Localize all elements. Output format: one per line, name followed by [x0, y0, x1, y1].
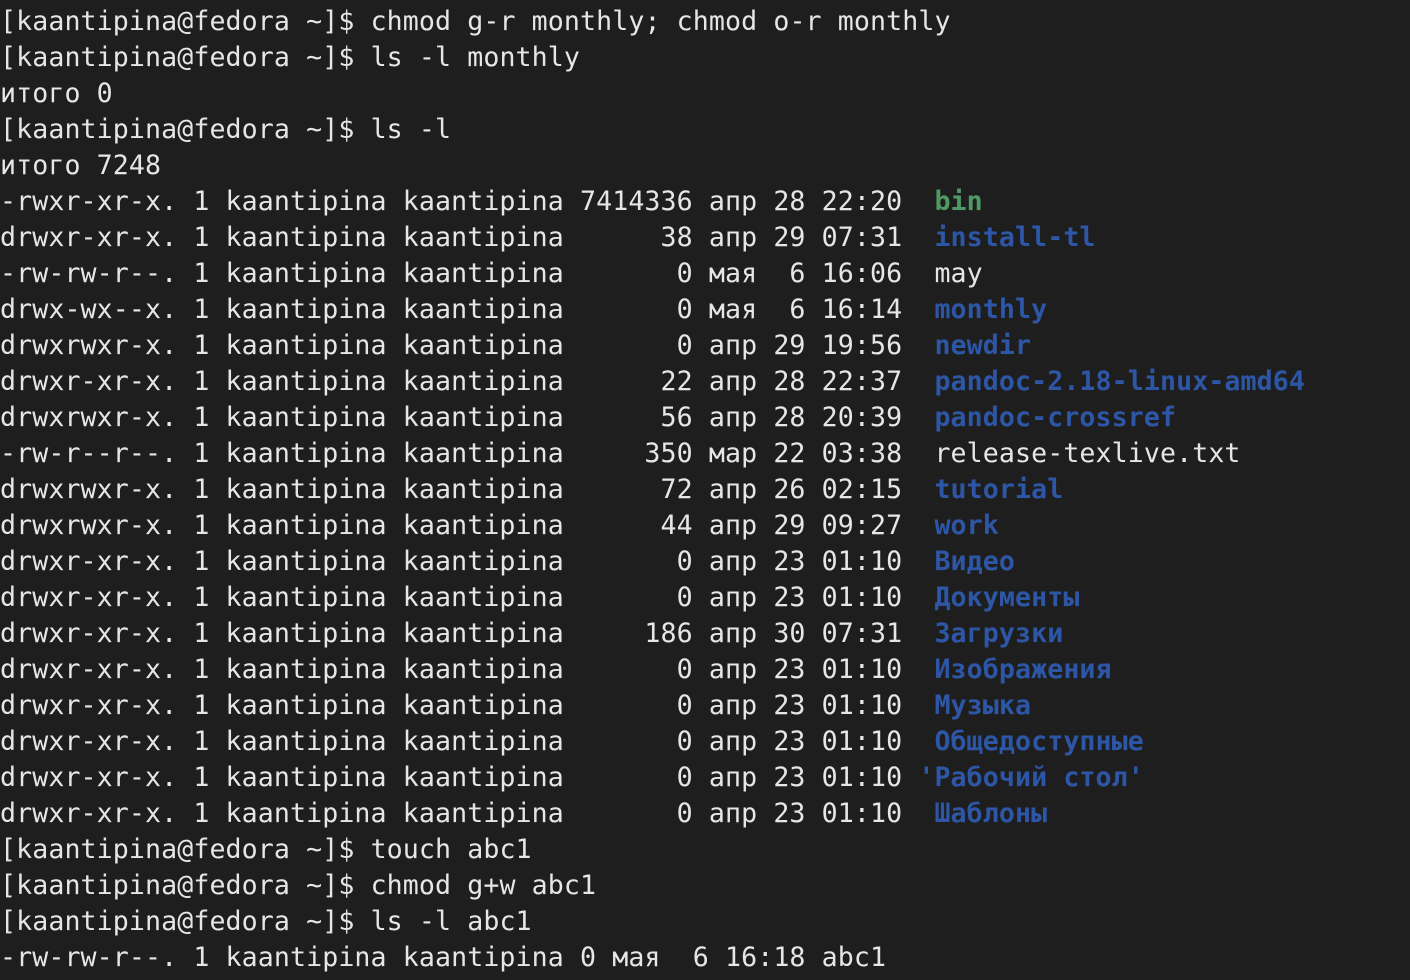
directory-name: Видео — [934, 546, 1015, 577]
listing-row: drwxr-xr-x. 1 kaantipina kaantipina 0 ап… — [0, 796, 1410, 832]
file-attributes: drwxrwxr-x. 1 kaantipina kaantipina 0 ап… — [0, 330, 935, 361]
listing-row: drwxr-xr-x. 1 kaantipina kaantipina 0 ап… — [0, 760, 1410, 796]
file-attributes: drwxr-xr-x. 1 kaantipina kaantipina 0 ап… — [0, 762, 919, 793]
listing-row: -rw-r--r--. 1 kaantipina kaantipina 350 … — [0, 436, 1410, 472]
file-attributes: drwxr-xr-x. 1 kaantipina kaantipina 0 ап… — [0, 690, 935, 721]
file-attributes: drwxrwxr-x. 1 kaantipina kaantipina 72 а… — [0, 474, 935, 505]
prompt-line: [kaantipina@fedora ~]$ chmod g+w abc1 — [0, 868, 1410, 904]
shell-prompt: [kaantipina@fedora ~]$ — [0, 870, 371, 901]
terminal-window[interactable]: [kaantipina@fedora ~]$ chmod g-r monthly… — [0, 0, 1410, 980]
listing-row: drwxr-xr-x. 1 kaantipina kaantipina 22 а… — [0, 364, 1410, 400]
directory-name: Общедоступные — [934, 726, 1144, 757]
shell-prompt: [kaantipina@fedora ~]$ — [0, 114, 371, 145]
file-attributes: drwxr-xr-x. 1 kaantipina kaantipina 0 ап… — [0, 582, 935, 613]
directory-name: Музыка — [934, 690, 1032, 721]
listing-row: drwxr-xr-x. 1 kaantipina kaantipina 186 … — [0, 616, 1410, 652]
output-line: итого 7248 — [0, 148, 1410, 184]
file-attributes: drwxr-xr-x. 1 kaantipina kaantipina 38 а… — [0, 222, 935, 253]
command-text: chmod g+w abc1 — [370, 870, 597, 901]
command-text: chmod g-r monthly; chmod o-r monthly — [370, 6, 951, 37]
listing-row: drwxrwxr-x. 1 kaantipina kaantipina 44 а… — [0, 508, 1410, 544]
directory-name: Загрузки — [934, 618, 1064, 649]
listing-row: drwxrwxr-x. 1 kaantipina kaantipina 56 а… — [0, 400, 1410, 436]
file-attributes: drwxr-xr-x. 1 kaantipina kaantipina 186 … — [0, 618, 935, 649]
directory-name: Документы — [934, 582, 1080, 613]
listing-row: -rwxr-xr-x. 1 kaantipina kaantipina 7414… — [0, 184, 1410, 220]
file-attributes: drwxr-xr-x. 1 kaantipina kaantipina 0 ап… — [0, 654, 935, 685]
command-text: touch abc1 — [370, 834, 532, 865]
directory-name: install-tl — [934, 222, 1096, 253]
file-attributes: drwxr-xr-x. 1 kaantipina kaantipina 0 ап… — [0, 726, 935, 757]
prompt-line: [kaantipina@fedora ~]$ ls -l — [0, 112, 1410, 148]
prompt-line: [kaantipina@fedora ~]$ ls -l abc1 — [0, 904, 1410, 940]
executable-name: bin — [934, 186, 983, 217]
directory-name: newdir — [934, 330, 1032, 361]
listing-row: drwxrwxr-x. 1 kaantipina kaantipina 72 а… — [0, 472, 1410, 508]
directory-name: monthly — [934, 294, 1048, 325]
output-text: итого 0 — [0, 78, 113, 109]
file-attributes: -rwxr-xr-x. 1 kaantipina kaantipina 7414… — [0, 186, 935, 217]
file-attributes: drwxr-xr-x. 1 kaantipina kaantipina 0 ап… — [0, 798, 935, 829]
listing-row: drwxr-xr-x. 1 kaantipina kaantipina 0 ап… — [0, 688, 1410, 724]
file-name: may — [934, 258, 983, 289]
prompt-line: [kaantipina@fedora ~]$ ls -l monthly — [0, 40, 1410, 76]
output-text: итого 7248 — [0, 150, 162, 181]
prompt-line: [kaantipina@fedora ~]$ chmod g-r monthly… — [0, 4, 1410, 40]
listing-row: drwxrwxr-x. 1 kaantipina kaantipina 0 ап… — [0, 328, 1410, 364]
file-attributes: drwxrwxr-x. 1 kaantipina kaantipina 56 а… — [0, 402, 935, 433]
file-attributes: -rw-r--r--. 1 kaantipina kaantipina 350 … — [0, 438, 935, 469]
directory-name: pandoc-2.18-linux-amd64 — [934, 366, 1305, 397]
listing-row: -rw-rw-r--. 1 kaantipina kaantipina 0 ма… — [0, 256, 1410, 292]
shell-prompt: [kaantipina@fedora ~]$ — [0, 834, 371, 865]
file-attributes: drwxrwxr-x. 1 kaantipina kaantipina 44 а… — [0, 510, 935, 541]
listing-row: drwxr-xr-x. 1 kaantipina kaantipina 0 ап… — [0, 724, 1410, 760]
output-line: -rw-rw-r--. 1 kaantipina kaantipina 0 ма… — [0, 940, 1410, 976]
prompt-line: [kaantipina@fedora ~]$ touch abc1 — [0, 832, 1410, 868]
file-attributes: drwxr-xr-x. 1 kaantipina kaantipina 0 ап… — [0, 546, 935, 577]
file-attributes: -rw-rw-r--. 1 kaantipina kaantipina 0 ма… — [0, 258, 935, 289]
file-attributes: drwx-wx--x. 1 kaantipina kaantipina 0 ма… — [0, 294, 935, 325]
shell-prompt: [kaantipina@fedora ~]$ — [0, 42, 371, 73]
listing-row: drwxr-xr-x. 1 kaantipina kaantipina 0 ап… — [0, 544, 1410, 580]
file-name: release-texlive.txt — [934, 438, 1241, 469]
directory-name: Изображения — [934, 654, 1112, 685]
directory-name: work — [934, 510, 999, 541]
directory-name: Шаблоны — [934, 798, 1048, 829]
listing-row: drwx-wx--x. 1 kaantipina kaantipina 0 ма… — [0, 292, 1410, 328]
listing-row: drwxr-xr-x. 1 kaantipina kaantipina 38 а… — [0, 220, 1410, 256]
output-text: -rw-rw-r--. 1 kaantipina kaantipina 0 ма… — [0, 942, 887, 973]
listing-row: drwxr-xr-x. 1 kaantipina kaantipina 0 ап… — [0, 580, 1410, 616]
command-text: ls -l abc1 — [370, 906, 532, 937]
directory-name: pandoc-crossref — [934, 402, 1177, 433]
output-line: итого 0 — [0, 76, 1410, 112]
listing-row: drwxr-xr-x. 1 kaantipina kaantipina 0 ап… — [0, 652, 1410, 688]
file-attributes: drwxr-xr-x. 1 kaantipina kaantipina 22 а… — [0, 366, 935, 397]
shell-prompt: [kaantipina@fedora ~]$ — [0, 906, 371, 937]
command-text: ls -l monthly — [370, 42, 581, 73]
shell-prompt: [kaantipina@fedora ~]$ — [0, 6, 371, 37]
directory-name: 'Рабочий стол' — [918, 762, 1144, 793]
command-text: ls -l — [370, 114, 452, 145]
directory-name: tutorial — [934, 474, 1064, 505]
